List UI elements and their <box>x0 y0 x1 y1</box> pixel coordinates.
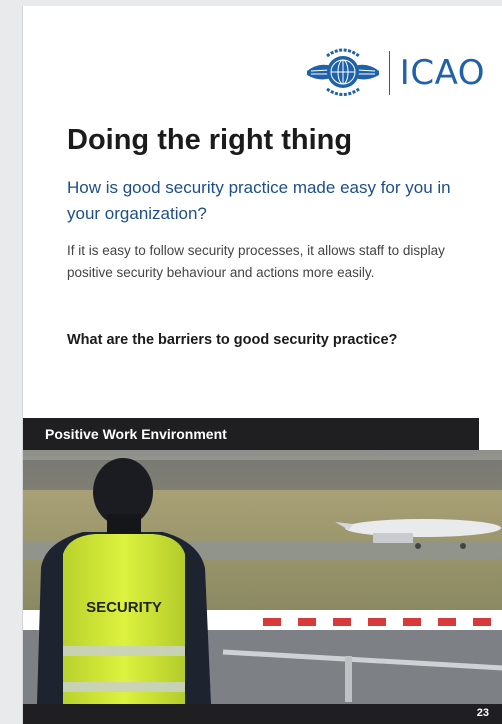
question-text: What are the barriers to good security p… <box>67 332 398 348</box>
logo-divider <box>388 51 390 95</box>
page-footer: 23 <box>23 704 502 724</box>
org-name: ICAO <box>399 53 485 93</box>
un-emblem-icon <box>306 48 379 96</box>
page-subtitle: How is good security practice made easy … <box>67 178 451 223</box>
page-title: Doing the right thing <box>67 124 353 156</box>
document-page: ICAO Doing the right thing How is good s… <box>22 6 502 724</box>
page-number: 23 <box>476 707 489 719</box>
section-banner: Positive Work Environment <box>23 418 479 450</box>
vest-label: SECURITY <box>86 599 162 616</box>
icao-logo: ICAO <box>305 44 485 102</box>
body-paragraph: If it is easy to follow security process… <box>67 243 445 280</box>
section-label: Positive Work Environment <box>45 426 227 442</box>
security-officer-photo: SECURITY <box>23 450 502 704</box>
